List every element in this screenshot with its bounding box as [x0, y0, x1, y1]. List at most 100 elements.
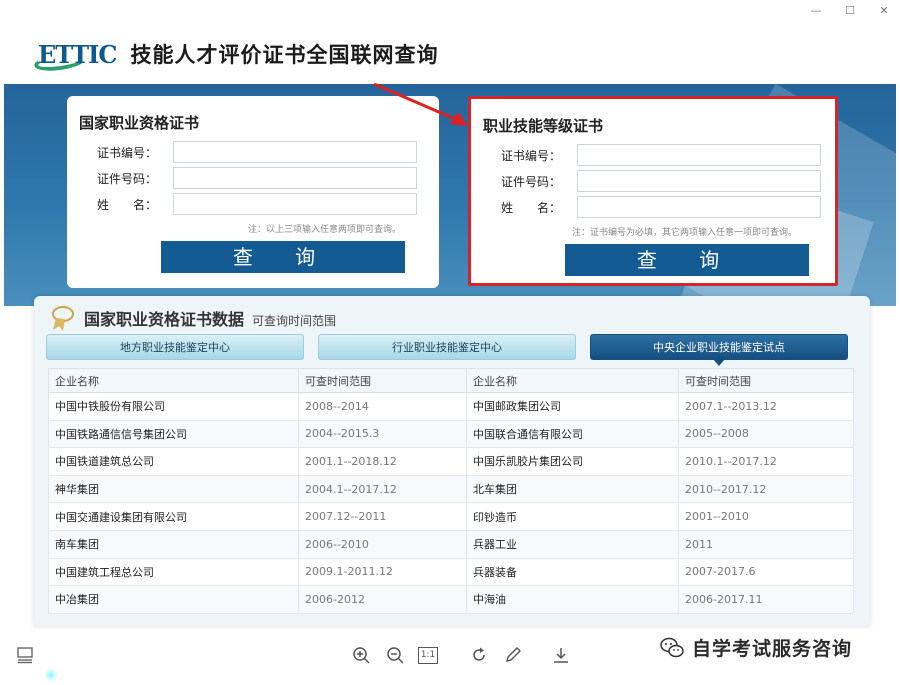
enterprise-name-cell: 南车集团 — [48, 529, 299, 559]
time-range-cell: 2010.1--2017.12 — [678, 447, 854, 476]
skill-level-card: 职业技能等级证书 证书编号： 证件号码： 姓 名： 注：证书编号为必填，其它两项… — [468, 96, 838, 286]
enterprise-name-cell: 中国建筑工程总公司 — [48, 557, 299, 587]
time-range-cell: 2010--2017.12 — [678, 474, 854, 504]
ettic-logo: ETTIC — [33, 39, 117, 74]
time-range-cell: 2011 — [678, 529, 854, 559]
id-number-input[interactable] — [173, 167, 417, 189]
name-row: 姓 名： — [79, 191, 427, 217]
field-label: 证件号码： — [501, 174, 562, 189]
enterprise-name-cell: 北车集团 — [466, 474, 679, 504]
panel-subtitle: 可查询时间范围 — [252, 314, 337, 328]
name-row: 姓 名： — [483, 194, 823, 220]
certificate-number-input[interactable] — [577, 144, 821, 166]
enterprise-name-cell: 兵器装备 — [466, 557, 679, 587]
time-range-cell: 2004--2015.3 — [298, 419, 467, 449]
column-header: 可查时间范围 — [678, 368, 854, 393]
time-range-cell: 2009.1-2011.12 — [298, 557, 467, 587]
field-label: 证书编号： — [501, 148, 562, 163]
id-number-input[interactable] — [577, 170, 821, 192]
table-row: 神华集团 2004.1--2017.12 北车集团 2010--2017.12 — [48, 474, 854, 504]
table-header-row: 企业名称 可查时间范围 企业名称 可查时间范围 — [48, 368, 854, 393]
query-button[interactable]: 查 询 — [161, 241, 405, 273]
time-range-cell: 2007.12--2011 — [298, 502, 467, 531]
certificate-number-input[interactable] — [173, 141, 417, 163]
enterprise-name-cell: 中国乐凯胶片集团公司 — [466, 447, 679, 476]
query-note: 注：以上三项输入任意两项即可查询。 — [247, 225, 401, 235]
table-body: 中国中铁股份有限公司 2008--2014 中国邮政集团公司 2007.1--2013… — [48, 392, 854, 614]
panel-title: 国家职业资格证书数据 — [84, 310, 245, 329]
thumbnail-toggle-icon[interactable] — [16, 646, 34, 664]
table-row: 中国交通建设集团有限公司 2007.12--2011 印钞造币 2001--2010 — [48, 502, 854, 531]
enterprise-name-cell: 中国联合通信有限公司 — [466, 419, 679, 449]
enterprise-range-table: 企业名称 可查时间范围 企业名称 可查时间范围 中国中铁股份有限公司 2008--… — [48, 368, 854, 614]
time-range-cell: 2001.1--2018.12 — [298, 447, 467, 476]
tab-industry-center[interactable]: 行业职业技能鉴定中心 — [318, 334, 576, 360]
vocational-qualification-card: 国家职业资格证书 证书编号： 证件号码： 姓 名： 注：以上三项输入任意两项即可… — [67, 96, 439, 288]
name-input[interactable] — [173, 193, 417, 215]
query-button[interactable]: 查 询 — [565, 244, 809, 276]
table-row: 南车集团 2006--2010 兵器工业 2011 — [48, 529, 854, 559]
page-title: 技能人才评价证书全国联网查询 — [130, 43, 439, 67]
enterprise-name-cell: 中冶集团 — [48, 585, 299, 614]
query-banner: 国家职业资格证书 证书编号： 证件号码： 姓 名： 注：以上三项输入任意两项即可… — [4, 84, 896, 306]
table-row: 中冶集团 2006-2012 中海油 2006-2017.11 — [48, 585, 854, 614]
enterprise-name-cell: 神华集团 — [48, 474, 299, 504]
enterprise-name-cell: 印钞造币 — [466, 502, 679, 531]
download-icon[interactable] — [550, 644, 572, 666]
table-row: 中国中铁股份有限公司 2008--2014 中国邮政集团公司 2007.1--2013… — [48, 392, 854, 421]
close-icon[interactable]: ✕ — [876, 4, 892, 17]
time-range-cell: 2006-2017.11 — [678, 585, 854, 614]
id-number-row: 证件号码： — [483, 168, 823, 194]
table-row: 中国铁路通信信号集团公司 2004--2015.3 中国联合通信有限公司 2005--… — [48, 419, 854, 449]
query-note: 注：证书编号为必填，其它两项输入任意一项即可查询。 — [571, 228, 797, 238]
certificate-number-row: 证书编号： — [483, 142, 823, 168]
status-glow — [44, 668, 58, 682]
certificate-data-panel: 国家职业资格证书数据 可查询时间范围 地方职业技能鉴定中心 行业职业技能鉴定中心… — [34, 296, 870, 626]
time-range-cell: 2004.1--2017.12 — [298, 474, 467, 504]
watermark-text: 自学考试服务咨询 — [692, 638, 853, 660]
zoom-out-icon[interactable] — [384, 644, 406, 666]
time-range-cell: 2007.1--2013.12 — [678, 392, 854, 421]
enterprise-name-cell: 中国铁路通信信号集团公司 — [48, 419, 299, 449]
wechat-icon — [660, 637, 684, 657]
field-label: 姓 名： — [97, 197, 158, 212]
name-input[interactable] — [577, 196, 821, 218]
logo-text: ETTIC — [38, 39, 117, 69]
table-row: 中国建筑工程总公司 2009.1-2011.12 兵器装备 2007-2017.6 — [48, 557, 854, 587]
enterprise-name-cell: 中国交通建设集团有限公司 — [48, 502, 299, 531]
tab-local-center[interactable]: 地方职业技能鉴定中心 — [46, 334, 304, 360]
tab-central-enterprise[interactable]: 中央企业职业技能鉴定试点 — [590, 334, 848, 366]
panel-header: 国家职业资格证书数据 可查询时间范围 — [34, 296, 870, 332]
time-range-cell: 2006--2010 — [298, 529, 467, 559]
viewer-toolbar: 1:1 — [350, 644, 572, 666]
enterprise-name-cell: 中国邮政集团公司 — [466, 392, 679, 421]
field-label: 证书编号： — [97, 145, 158, 160]
id-number-row: 证件号码： — [79, 165, 427, 191]
enterprise-name-cell: 中海油 — [466, 585, 679, 614]
column-header: 企业名称 — [48, 368, 299, 393]
certificate-number-row: 证书编号： — [79, 139, 427, 165]
enterprise-name-cell: 兵器工业 — [466, 529, 679, 559]
wechat-watermark: 自学考试服务咨询 — [660, 634, 852, 661]
enterprise-name-cell: 中国中铁股份有限公司 — [48, 392, 299, 421]
time-range-cell: 2008--2014 — [298, 392, 467, 421]
column-header: 企业名称 — [466, 368, 679, 393]
edit-pen-icon[interactable] — [502, 644, 524, 666]
column-header: 可查时间范围 — [298, 368, 467, 393]
rotate-icon[interactable] — [468, 644, 490, 666]
maximize-icon[interactable]: ☐ — [842, 4, 858, 17]
field-label: 证件号码： — [97, 171, 158, 186]
actual-size-icon[interactable]: 1:1 — [418, 646, 438, 664]
card-title: 国家职业资格证书 — [79, 114, 200, 132]
source-tabs: 地方职业技能鉴定中心 行业职业技能鉴定中心 中央企业职业技能鉴定试点 — [46, 334, 848, 366]
time-range-cell: 2005--2008 — [678, 419, 854, 449]
zoom-in-icon[interactable] — [350, 644, 372, 666]
minimize-icon[interactable]: — — [808, 4, 824, 17]
card-title: 职业技能等级证书 — [483, 117, 604, 135]
table-row: 中国铁道建筑总公司 2001.1--2018.12 中国乐凯胶片集团公司 2010.1… — [48, 447, 854, 476]
time-range-cell: 2006-2012 — [298, 585, 467, 614]
enterprise-name-cell: 中国铁道建筑总公司 — [48, 447, 299, 476]
time-range-cell: 2007-2017.6 — [678, 557, 854, 587]
field-label: 姓 名： — [501, 200, 562, 215]
window-controls: — ☐ ✕ — [808, 4, 892, 17]
